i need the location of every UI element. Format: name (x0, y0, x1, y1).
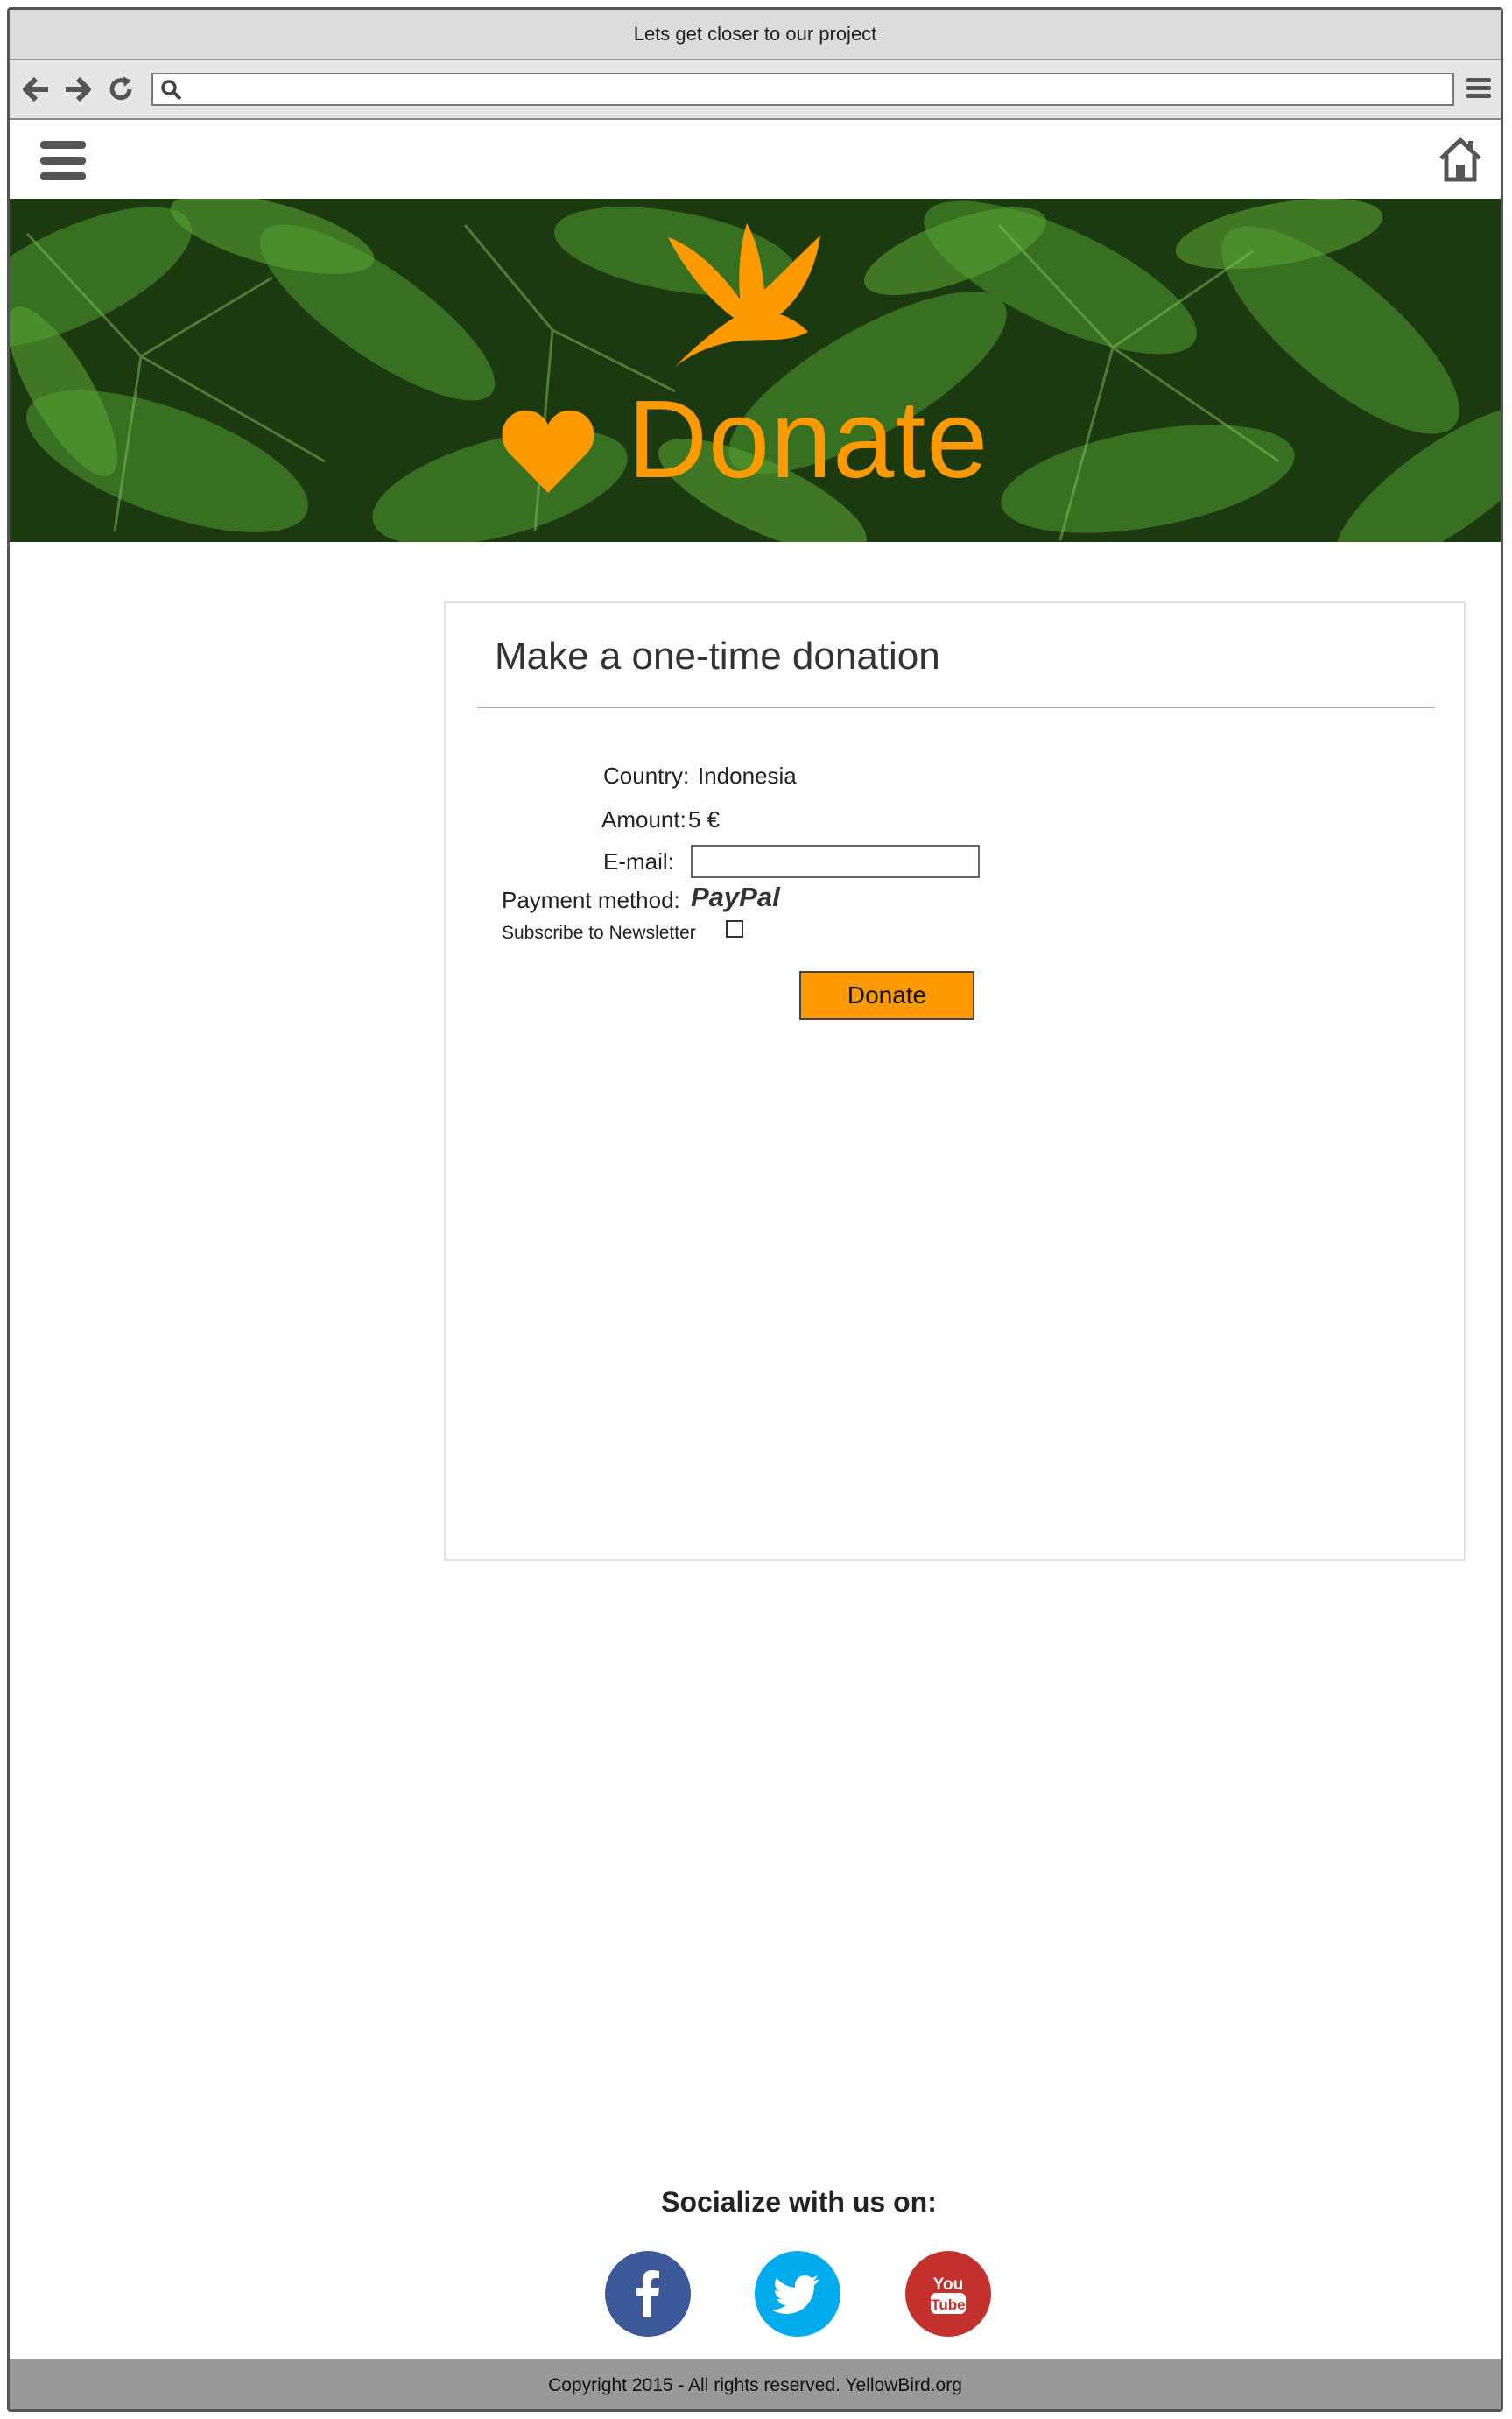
window-titlebar: Lets get closer to our project (10, 10, 1501, 60)
email-field[interactable] (691, 845, 980, 878)
browser-toolbar (10, 60, 1501, 120)
amount-label: Amount: (601, 806, 686, 833)
browser-window: Lets get closer to our project Donate Ma… (7, 7, 1503, 2412)
bird-icon (668, 223, 820, 367)
home-icon[interactable] (1438, 136, 1483, 183)
country-value: Indonesia (698, 763, 797, 789)
form-heading: Make a one-time donation (495, 635, 940, 678)
facebook-icon (636, 2270, 659, 2317)
twitter-icon (771, 2275, 819, 2314)
menu-hamburger-icon[interactable] (39, 137, 87, 185)
donate-button[interactable]: Donate (799, 971, 974, 1020)
subscribe-label: Subscribe to Newsletter (502, 923, 696, 943)
country-label: Country: (603, 763, 690, 789)
arrow-left-icon[interactable] (22, 74, 52, 104)
donation-card: Make a one-time donation Country: Indone… (444, 601, 1466, 1561)
youtube-logo-text-you: You (933, 2275, 963, 2294)
subscribe-checkbox[interactable] (726, 920, 743, 938)
email-label: E-mail: (603, 848, 674, 875)
heading-divider (477, 707, 1435, 708)
amount-value: 5 € (688, 806, 721, 833)
facebook-button[interactable] (605, 2251, 691, 2337)
payment-method-label: Payment method: (502, 887, 680, 913)
hero-title: Donate (628, 377, 989, 501)
hero-banner: Donate (10, 199, 1501, 542)
search-icon (161, 80, 182, 101)
youtube-icon: You Tube (931, 2275, 966, 2314)
twitter-button[interactable] (755, 2251, 840, 2337)
heart-icon (502, 410, 594, 493)
youtube-logo-text-tube: Tube (931, 2296, 965, 2313)
paypal-logo: PayPal (691, 882, 780, 912)
youtube-button[interactable]: You Tube (905, 2251, 991, 2337)
reload-icon[interactable] (106, 74, 136, 104)
footer: Copyright 2015 - All rights reserved. Ye… (10, 2359, 1501, 2409)
social-heading: Socialize with us on: (661, 2186, 937, 2218)
hamburger-icon[interactable] (1466, 75, 1492, 102)
copyright-text: Copyright 2015 - All rights reserved. Ye… (548, 2375, 962, 2395)
app-header (10, 120, 1501, 199)
window-title: Lets get closer to our project (633, 23, 877, 45)
arrow-right-icon[interactable] (62, 74, 92, 104)
address-bar[interactable] (151, 73, 1454, 106)
